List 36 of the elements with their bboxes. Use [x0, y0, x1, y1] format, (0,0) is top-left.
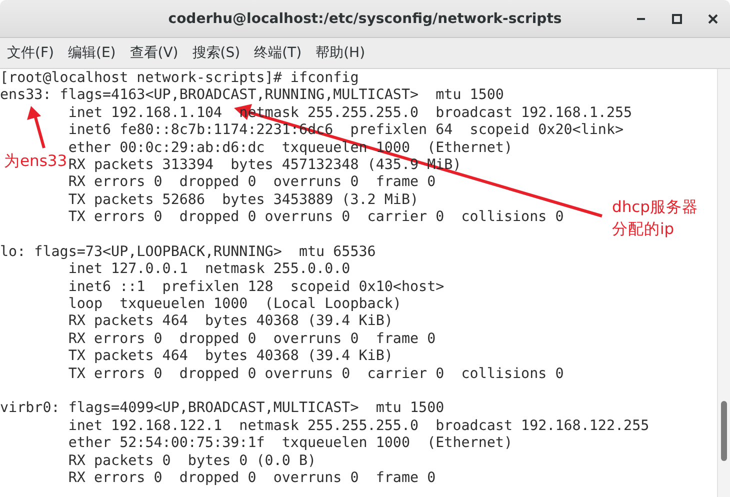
minimize-icon — [637, 18, 645, 20]
terminal-line: virbr0: flags=4099<UP,BROADCAST,MULTICAST> mtu 1500 — [0, 400, 444, 418]
maximize-button[interactable] — [670, 12, 684, 26]
menu-item[interactable]: 终端(T) — [247, 38, 309, 68]
terminal-line: RX packets 0 bytes 0 (0.0 B) — [68, 452, 316, 470]
terminal-line: lo: flags=73<UP,LOOPBACK,RUNNING> mtu 65536 — [0, 244, 376, 262]
close-icon — [708, 14, 718, 24]
terminal-line: RX errors 0 dropped 0 overruns 0 frame 0 — [68, 174, 436, 192]
menu-item[interactable]: 帮助(H) — [308, 38, 372, 68]
terminal-line: ens33: flags=4163<UP,BROADCAST,RUNNING,MULTICAST> mtu 1500 — [0, 87, 504, 105]
annotation-label: dhcp服务器 分配的ip — [612, 197, 698, 240]
menu-item[interactable]: 文件(F) — [0, 38, 61, 68]
terminal-line: loop txqueuelen 1000 (Local Loopback) — [68, 296, 402, 314]
terminal-line: ether 00:0c:29:ab:d6:dc txqueuelen 1000 (Ethernet) — [68, 140, 512, 157]
menu-item[interactable]: 查看(V) — [122, 38, 186, 68]
menu-item[interactable]: 编辑(E) — [60, 38, 123, 68]
terminal-line: inet6 ::1 prefixlen 128 scopeid 0x10<host> — [68, 278, 444, 296]
terminal-line: TX packets 52686 bytes 3453889 (3.2 MiB) — [68, 192, 419, 210]
scrollbar[interactable] — [717, 69, 730, 497]
terminal-line: inet 127.0.0.1 netmask 255.0.0.0 — [68, 261, 350, 279]
terminal-line: TX packets 464 bytes 40368 (39.4 KiB) — [68, 348, 393, 366]
terminal-line: RX packets 464 bytes 40368 (39.4 KiB) — [68, 313, 393, 331]
menu-item[interactable]: 搜索(S) — [185, 38, 248, 68]
terminal-line: ether 52:54:00:75:39:1f txqueuelen 1000 (Ethernet) — [68, 435, 512, 453]
close-button[interactable] — [706, 12, 720, 26]
scrollbar-thumb[interactable] — [721, 401, 727, 461]
terminal-line: TX errors 0 dropped 0 overruns 0 carrier 0 collisions 0 — [68, 366, 564, 384]
terminal-line: inet 192.168.122.1 netmask 255.255.255.0 broadcast 192.168.122.255 — [68, 418, 650, 436]
terminal-line: [root@localhost network-scripts]# ifconfig — [0, 70, 359, 88]
terminal-line: RX errors 0 dropped 0 overruns 0 frame 0 — [68, 470, 436, 488]
annotation-arrow — [26, 104, 48, 150]
maximize-icon — [672, 14, 682, 24]
terminal-line: TX errors 0 dropped 0 overruns 0 carrier 0 collisions 0 — [68, 209, 564, 227]
window-title: coderhu@localhost:/etc/sysconfig/network-scripts — [168, 10, 562, 26]
annotation-label: 为ens33 — [4, 151, 68, 172]
terminal-line: RX errors 0 dropped 0 overruns 0 frame 0 — [68, 330, 436, 348]
